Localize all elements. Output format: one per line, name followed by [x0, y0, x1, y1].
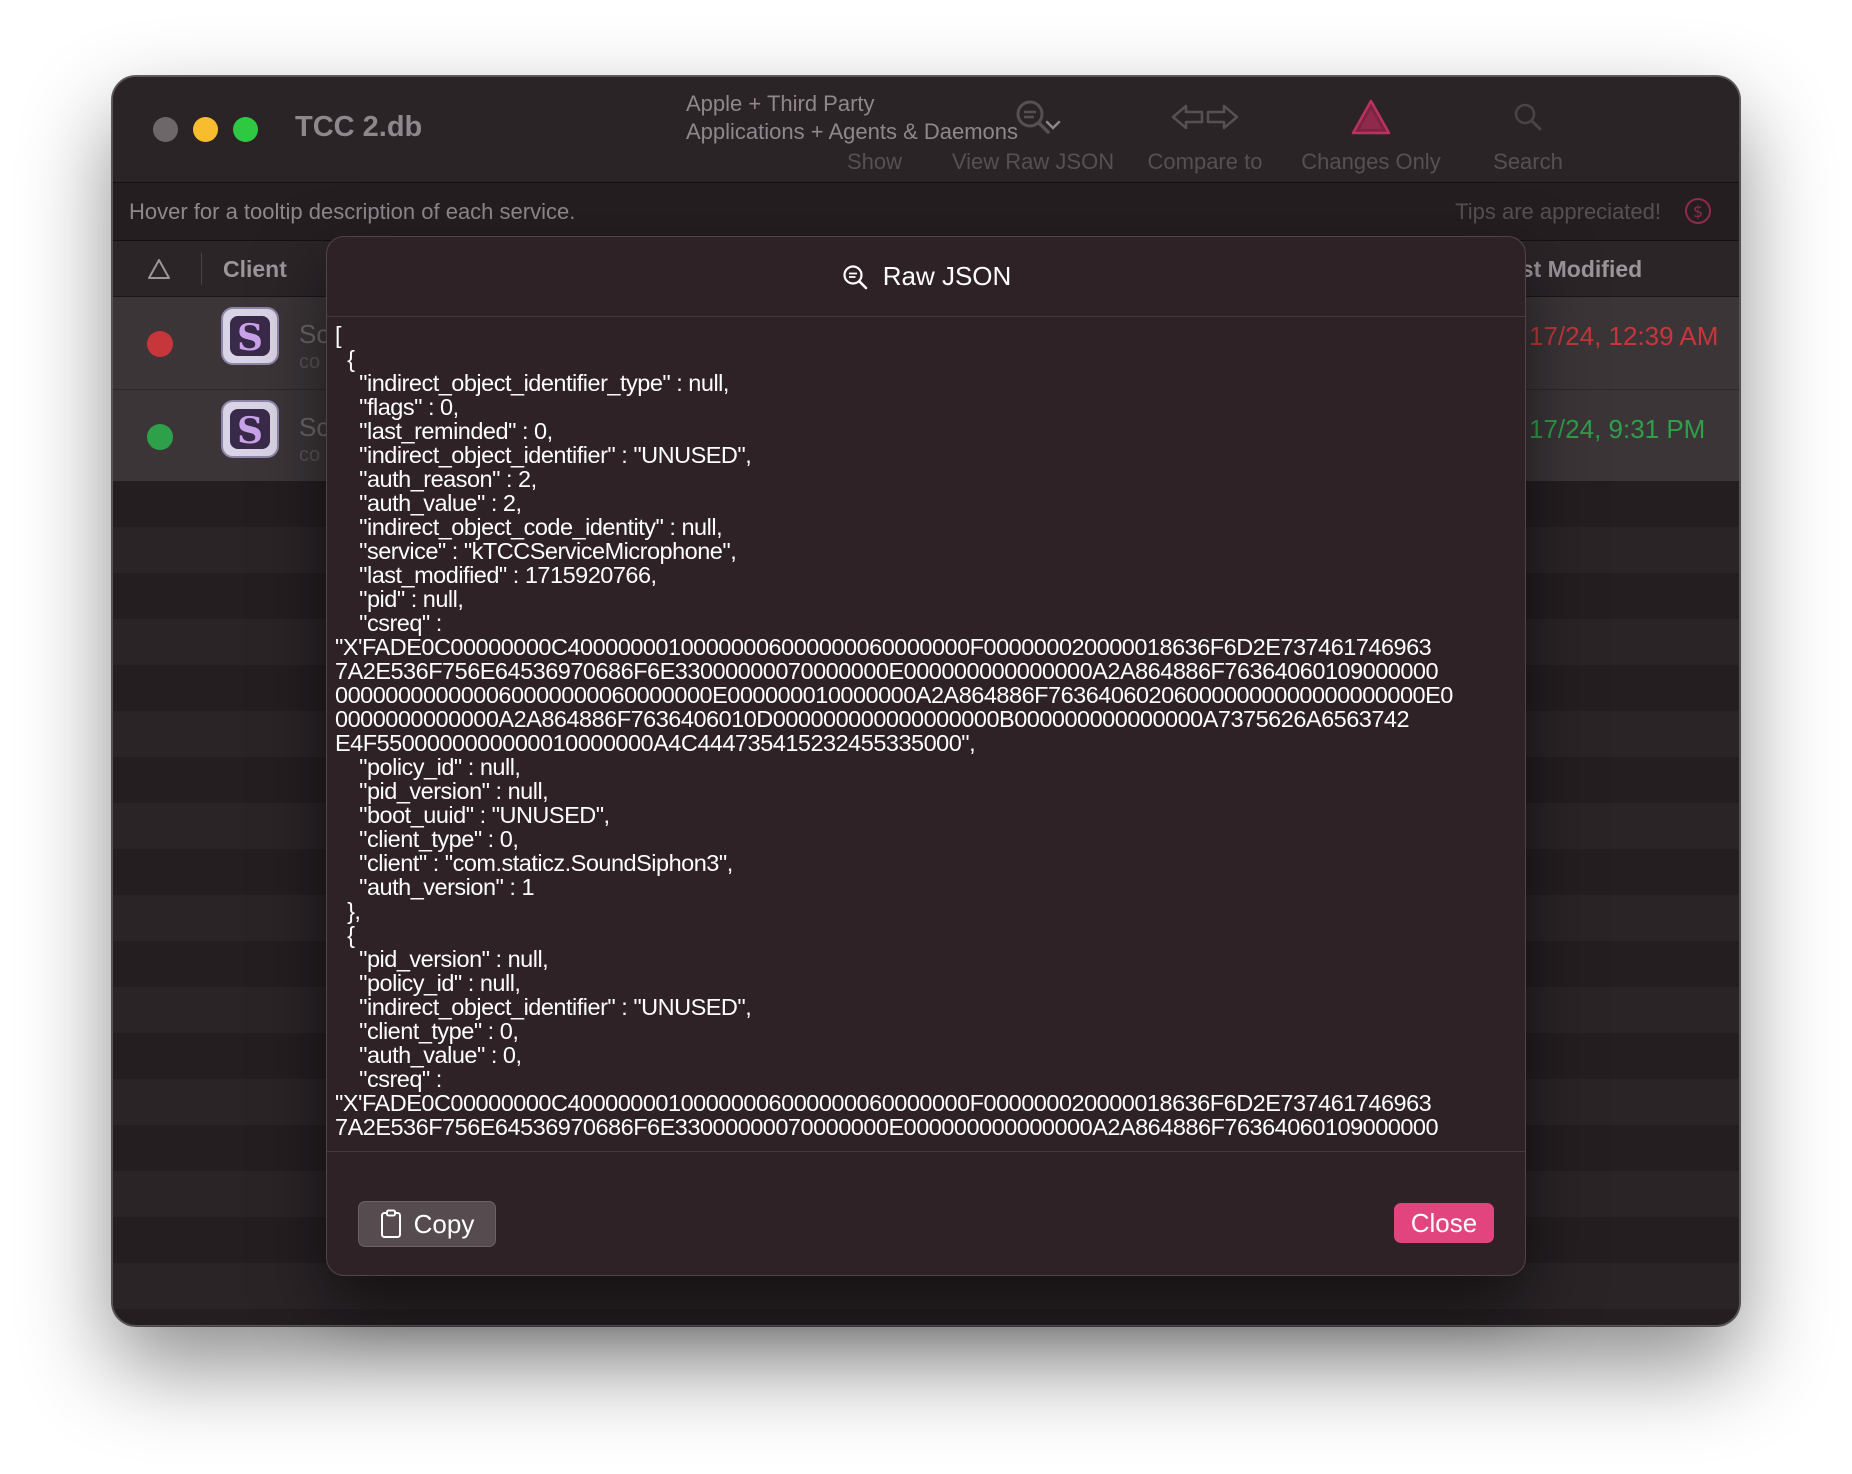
view-raw-json-label: View Raw JSON — [951, 149, 1115, 174]
window-minimize-button[interactable] — [193, 117, 218, 142]
dialog-title: Raw JSON — [882, 261, 1012, 291]
svg-text:$: $ — [1693, 202, 1703, 221]
svg-text:S: S — [237, 317, 263, 358]
json-text-view[interactable]: [ { "indirect_object_identifier_type" : … — [335, 323, 1515, 1171]
magnifier-braces-icon — [841, 263, 869, 291]
clipboard-icon — [380, 1209, 402, 1239]
titlebar: TCC 2.db Apple + Third Party Application… — [113, 77, 1739, 183]
changes-only-label: Changes Only — [1301, 149, 1441, 174]
compare-to-button[interactable]: Compare to — [1125, 95, 1285, 175]
dialog-divider — [327, 1151, 1525, 1152]
column-header-client[interactable]: Client — [223, 256, 287, 283]
copy-button[interactable]: Copy — [358, 1201, 496, 1247]
svg-text:S: S — [237, 410, 263, 451]
status-allowed-dot — [147, 424, 173, 450]
arrows-left-right-icon — [1125, 95, 1285, 139]
soundsiphon-app-icon: S — [221, 307, 279, 365]
window-close-button[interactable] — [153, 117, 178, 142]
scope-select-line1[interactable]: Apple + Third Party — [686, 91, 875, 117]
dollar-circle-icon[interactable]: $ — [1683, 196, 1713, 226]
tips-link[interactable]: Tips are appreciated! — [1455, 199, 1661, 225]
last-modified-date: 17/24, 9:31 PM — [1529, 414, 1706, 444]
sort-triangle-icon[interactable] — [147, 257, 171, 281]
column-header-last-modified[interactable]: ast Modified — [1508, 256, 1642, 283]
dialog-header: Raw JSON — [327, 237, 1525, 317]
view-raw-json-button[interactable]: View Raw JSON — [943, 95, 1123, 175]
changes-only-button[interactable]: Changes Only — [1291, 95, 1451, 175]
raw-json-dialog: Raw JSON [ { "indirect_object_identifier… — [326, 236, 1526, 1276]
copy-label: Copy — [413, 1208, 475, 1239]
close-button[interactable]: Close — [1394, 1203, 1494, 1243]
search-label: Search — [1493, 149, 1563, 174]
scope-show-label: Show — [847, 149, 903, 174]
soundsiphon-app-icon: S — [221, 400, 279, 458]
last-modified-date: 17/24, 12:39 AM — [1529, 321, 1719, 351]
client-identifier: co — [299, 444, 321, 466]
client-identifier: co — [299, 351, 321, 373]
client-name: Sc — [299, 319, 330, 349]
column-separator — [201, 253, 202, 285]
magnifier-braces-icon — [943, 95, 1123, 139]
window-title: TCC 2.db — [295, 111, 423, 143]
tooltip-hint: Hover for a tooltip description of each … — [129, 199, 576, 224]
client-name: Sc — [299, 412, 330, 442]
status-denied-dot — [147, 331, 173, 357]
search-button[interactable]: Search — [1473, 95, 1583, 175]
search-icon — [1473, 95, 1583, 139]
info-bar: Hover for a tooltip description of each … — [113, 183, 1739, 241]
compare-to-label: Compare to — [1147, 149, 1263, 174]
window-zoom-button[interactable] — [233, 117, 258, 142]
json-content: [ { "indirect_object_identifier_type" : … — [335, 323, 1453, 1140]
warning-triangle-icon — [1291, 95, 1451, 139]
